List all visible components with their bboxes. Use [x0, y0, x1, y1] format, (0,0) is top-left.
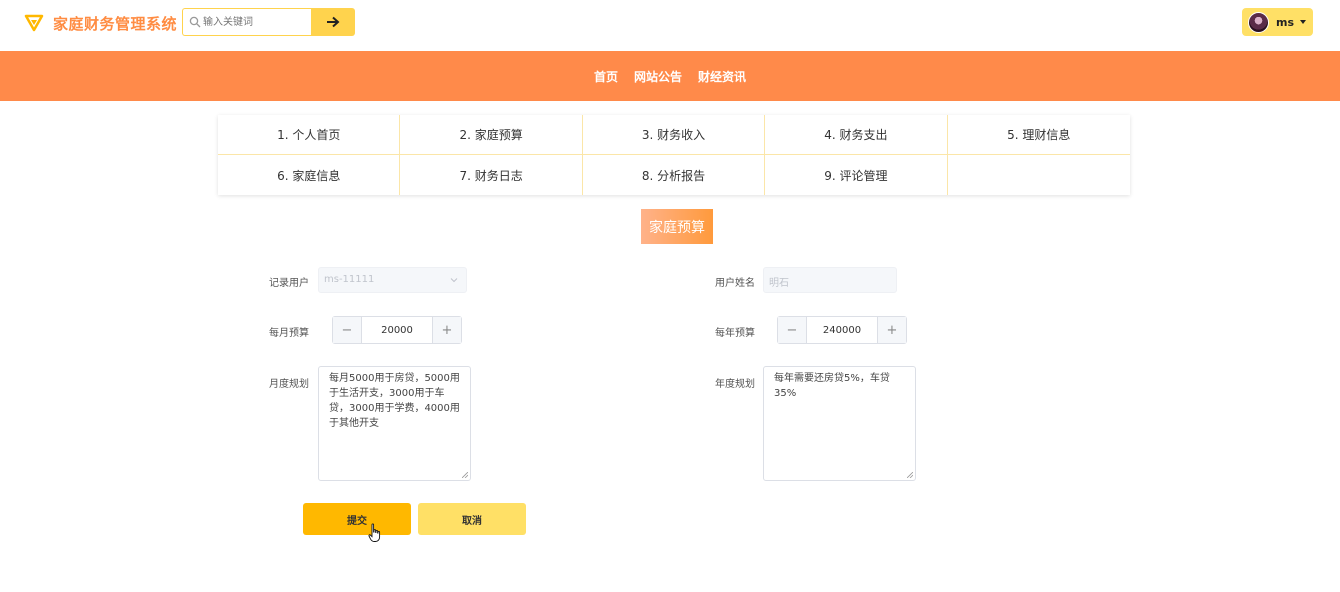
record-user-value: ms-11111	[324, 274, 375, 285]
top-header: 家庭财务管理系统 ms	[0, 0, 1340, 51]
user-name-field[interactable]: 明石	[763, 267, 897, 293]
menu-item-wealth-info[interactable]: 5. 理财信息	[947, 115, 1130, 155]
search-icon	[189, 16, 201, 28]
brand-title[interactable]: 家庭财务管理系统	[53, 13, 177, 34]
menu-item-comment-manage[interactable]: 9. 评论管理	[765, 155, 948, 195]
monthly-budget-decrement-button[interactable]: −	[333, 317, 362, 343]
nav-item-home[interactable]: 首页	[594, 68, 618, 85]
resize-grip-icon[interactable]	[907, 472, 913, 478]
menu-item-income[interactable]: 3. 财务收入	[582, 115, 766, 155]
hand-pointer-cursor-icon	[368, 523, 381, 542]
menu-item-finance-log[interactable]: 7. 财务日志	[400, 155, 583, 195]
menu-item-personal-home[interactable]: 1. 个人首页	[218, 115, 401, 155]
monthly-plan-label: 月度规划	[269, 379, 309, 390]
submit-button[interactable]: 提交	[303, 503, 411, 535]
user-name-label: 用户姓名	[715, 278, 755, 289]
nav-item-announcements[interactable]: 网站公告	[634, 68, 682, 85]
search-box	[182, 8, 312, 36]
user-name: ms	[1276, 15, 1295, 29]
search-button[interactable]	[311, 8, 355, 36]
logo-icon	[24, 14, 44, 32]
monthly-budget-stepper: − 20000 +	[332, 316, 462, 344]
main-nav: 首页 网站公告 财经资讯	[0, 51, 1340, 101]
monthly-budget-label: 每月预算	[269, 328, 309, 339]
yearly-budget-label: 每年预算	[715, 328, 755, 339]
user-menu-button[interactable]: ms	[1242, 8, 1313, 36]
section-title: 家庭预算	[641, 209, 713, 244]
menu-item-analysis-report[interactable]: 8. 分析报告	[583, 155, 766, 195]
yearly-budget-stepper: − 240000 +	[777, 316, 907, 344]
yearly-plan-value: 每年需要还房贷5%，车贷35%	[774, 373, 890, 399]
yearly-plan-label: 年度规划	[715, 379, 755, 390]
record-user-label: 记录用户	[269, 278, 309, 289]
nav-item-finance-news[interactable]: 财经资讯	[698, 68, 746, 85]
monthly-plan-value: 每月5000用于房贷，5000用于生活开支，3000用于车贷，3000用于学费，…	[329, 373, 460, 429]
record-user-select[interactable]: ms-11111	[318, 267, 467, 293]
chevron-down-icon	[450, 278, 458, 283]
monthly-plan-textarea[interactable]: 每月5000用于房贷，5000用于生活开支，3000用于车贷，3000用于学费，…	[318, 366, 471, 481]
avatar	[1248, 11, 1269, 33]
monthly-budget-increment-button[interactable]: +	[432, 317, 461, 343]
arrow-right-icon	[327, 16, 340, 28]
monthly-budget-input[interactable]: 20000	[362, 317, 432, 343]
menu-item-expense[interactable]: 4. 财务支出	[765, 115, 948, 155]
caret-down-icon	[1300, 20, 1307, 24]
yearly-budget-increment-button[interactable]: +	[877, 317, 906, 343]
feature-menu-grid: 1. 个人首页 2. 家庭预算 3. 财务收入 4. 财务支出 5. 理财信息 …	[218, 115, 1130, 195]
menu-item-family-budget[interactable]: 2. 家庭预算	[400, 115, 583, 155]
cancel-button[interactable]: 取消	[418, 503, 526, 535]
search-input[interactable]	[203, 13, 308, 31]
yearly-budget-decrement-button[interactable]: −	[778, 317, 807, 343]
yearly-plan-textarea[interactable]: 每年需要还房贷5%，车贷35%	[763, 366, 916, 481]
yearly-budget-input[interactable]: 240000	[807, 317, 877, 343]
menu-item-empty	[948, 155, 1130, 195]
menu-item-family-info[interactable]: 6. 家庭信息	[218, 155, 401, 195]
user-name-value: 明石	[769, 278, 789, 289]
resize-grip-icon[interactable]	[462, 472, 468, 478]
